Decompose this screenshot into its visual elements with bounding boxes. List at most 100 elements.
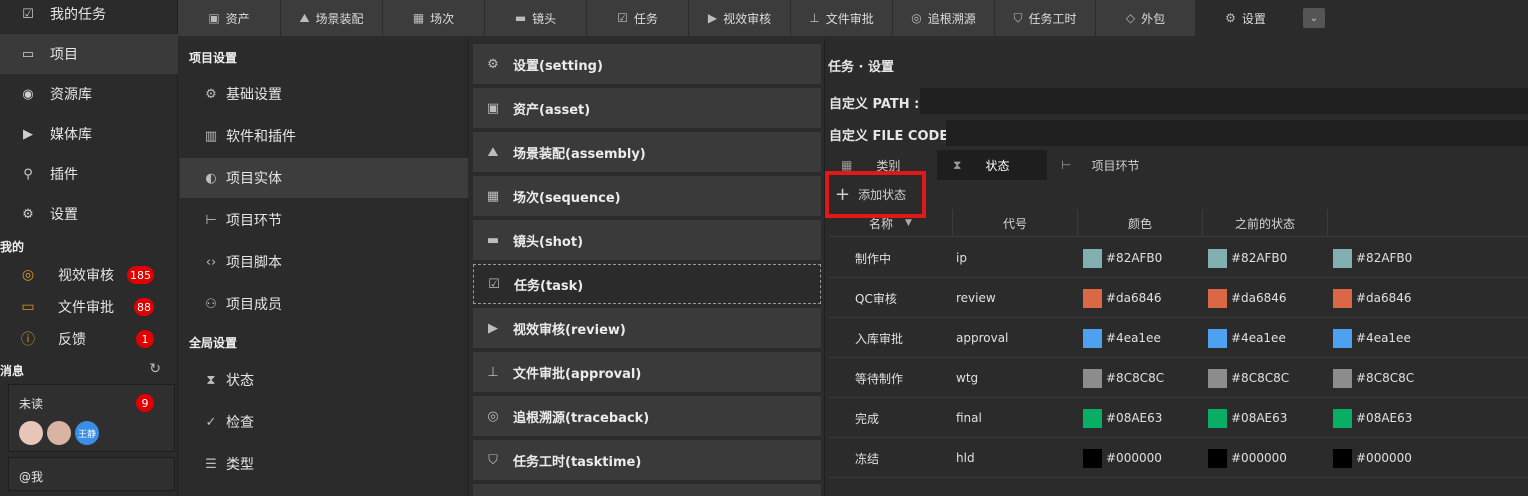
mine-file-approval[interactable]: ▭ 文件审批 88: [0, 291, 178, 323]
menu-label: 检查: [226, 415, 254, 431]
status-code: hld: [956, 438, 975, 478]
previous-status-color[interactable]: #da6846: [1333, 278, 1412, 318]
status-color[interactable]: #da6846: [1083, 278, 1162, 318]
subtab-status[interactable]: ⧗ 状态: [937, 150, 1047, 180]
color-swatch: [1208, 408, 1227, 428]
avatar[interactable]: 王静: [75, 421, 99, 445]
previous-status-color[interactable]: #4ea1ee: [1208, 318, 1286, 358]
menu-software-plugins[interactable]: ▥ 软件和插件: [180, 116, 468, 156]
hourglass-icon: ⧗: [953, 157, 962, 172]
previous-status-color[interactable]: #08AE63: [1333, 398, 1412, 438]
plug-icon: ⚲: [23, 166, 33, 182]
table-row[interactable]: 冻结 hld #000000 #000000 #000000: [829, 438, 1528, 478]
table-row[interactable]: 制作中 ip #82AFB0 #82AFB0 #82AFB0: [829, 238, 1528, 278]
entity-sequence[interactable]: ▦ 场次(sequence): [473, 176, 821, 216]
mine-vfx-review[interactable]: ◎ 视效审核 185: [0, 259, 178, 291]
previous-status-color[interactable]: #82AFB0: [1333, 238, 1412, 278]
avatar[interactable]: [19, 421, 43, 445]
refresh-icon[interactable]: ↻: [149, 361, 161, 377]
tab-traceback[interactable]: ◎ 追根溯源: [893, 0, 995, 36]
nav-settings[interactable]: ⚙ 设置: [0, 194, 178, 234]
tabs-dropdown-button[interactable]: ⌄: [1303, 8, 1325, 28]
tab-settings[interactable]: ⚙ 设置: [1196, 0, 1296, 36]
table-row[interactable]: 等待制作 wtg #8C8C8C #8C8C8C #8C8C8C: [829, 358, 1528, 398]
nav-label: 插件: [50, 167, 78, 183]
entity-asset[interactable]: ▣ 资产(asset): [473, 88, 821, 128]
menu-status[interactable]: ⧗ 状态: [180, 360, 468, 400]
menu-project-entity[interactable]: ◐ 项目实体: [180, 158, 468, 198]
color-hex: #08AE63: [1356, 411, 1413, 425]
nav-plugins[interactable]: ⚲ 插件: [0, 154, 178, 194]
status-color[interactable]: #4ea1ee: [1083, 318, 1161, 358]
tab-tasktime[interactable]: ⛉ 任务工时: [995, 0, 1096, 36]
shield-icon: ⛉: [488, 452, 498, 468]
status-color[interactable]: #8C8C8C: [1083, 358, 1164, 398]
entity-task[interactable]: ☑ 任务(task): [473, 264, 821, 304]
panel-title: 任务 · 设置: [828, 60, 894, 75]
menu-label: 基础设置: [226, 87, 282, 103]
table-row[interactable]: QC审核 review #da6846 #da6846 #da6846: [829, 278, 1528, 318]
subtab-project-steps[interactable]: ⊢ 项目环节: [1061, 150, 1171, 180]
tab-outsource[interactable]: ◇ 外包: [1096, 0, 1196, 36]
path-input[interactable]: [920, 88, 1528, 114]
handshake-icon: ◇: [1125, 11, 1136, 25]
menu-label: 项目实体: [226, 171, 282, 187]
previous-status-color[interactable]: #08AE63: [1208, 398, 1287, 438]
status-color[interactable]: #08AE63: [1083, 398, 1162, 438]
at-me-messages[interactable]: @我: [8, 457, 175, 491]
filecode-label: 自定义 FILE CODE:: [829, 129, 954, 144]
entity-assembly[interactable]: ⛰ 场景装配(assembly): [473, 132, 821, 172]
tab-label: 视效审核: [723, 11, 772, 26]
status-name-text: QC审核: [855, 291, 897, 306]
tab-review[interactable]: ▶ 视效审核: [689, 0, 791, 36]
status-color[interactable]: #82AFB0: [1083, 238, 1162, 278]
previous-status-color[interactable]: #000000: [1333, 438, 1412, 478]
asset-icon: ▣: [486, 100, 500, 116]
filecode-input[interactable]: [946, 120, 1528, 146]
folder-icon: ▭: [21, 299, 35, 315]
nav-project[interactable]: ▭ 项目: [0, 34, 178, 74]
mine-feedback[interactable]: ⓘ 反馈 1: [0, 323, 178, 355]
entity-setting[interactable]: ⚙ 设置(setting): [473, 44, 821, 84]
subtab-label: 状态: [985, 158, 1010, 173]
table-row[interactable]: 完成 final #08AE63 #08AE63 #08AE63: [829, 398, 1528, 438]
tab-assembly[interactable]: ⛰ 场景装配: [281, 0, 383, 36]
table-row[interactable]: 入库审批 approval #4ea1ee #4ea1ee #4ea1ee: [829, 318, 1528, 358]
nav-my-tasks[interactable]: ☑ 我的任务: [0, 0, 178, 34]
menu-basic-settings[interactable]: ⚙ 基础设置: [180, 74, 468, 114]
entity-shot[interactable]: ▬ 镜头(shot): [473, 220, 821, 260]
tab-task[interactable]: ☑ 任务: [587, 0, 689, 36]
entity-approval[interactable]: ⊥ 文件审批(approval): [473, 352, 821, 392]
previous-status-color[interactable]: #82AFB0: [1208, 238, 1287, 278]
clapper-icon: ▬: [486, 232, 500, 248]
previous-status-color[interactable]: #000000: [1208, 438, 1287, 478]
nav-media[interactable]: ▶ 媒体库: [0, 114, 178, 154]
unread-messages[interactable]: 未读 9 王静: [8, 384, 175, 452]
menu-project-scripts[interactable]: ‹› 项目脚本: [180, 242, 468, 282]
count-badge: 1: [136, 330, 154, 348]
caret-down-icon[interactable]: ▼: [905, 218, 912, 228]
chevron-down-icon: ⌄: [1309, 12, 1319, 24]
code-icon: ‹›: [205, 254, 217, 270]
entity-more[interactable]: [473, 484, 821, 496]
entity-review[interactable]: ▶ 视效审核(review): [473, 308, 821, 348]
menu-project-members[interactable]: ⚇ 项目成员: [180, 284, 468, 324]
tab-asset[interactable]: ▣ 资产: [178, 0, 281, 36]
entity-tasktime[interactable]: ⛉ 任务工时(tasktime): [473, 440, 821, 480]
tab-shot[interactable]: ▬ 镜头: [485, 0, 587, 36]
column-color: 颜色: [1078, 209, 1203, 237]
menu-type[interactable]: ☰ 类型: [180, 444, 468, 484]
previous-status-color[interactable]: #8C8C8C: [1208, 358, 1289, 398]
previous-status-color[interactable]: #4ea1ee: [1333, 318, 1411, 358]
menu-project-steps[interactable]: ⊢ 项目环节: [180, 200, 468, 240]
entity-traceback[interactable]: ◎ 追根溯源(traceback): [473, 396, 821, 436]
previous-status-color[interactable]: #8C8C8C: [1333, 358, 1414, 398]
tab-sequence[interactable]: ▦ 场次: [383, 0, 485, 36]
menu-check[interactable]: ✓ 检查: [180, 402, 468, 442]
nav-library[interactable]: ◉ 资源库: [0, 74, 178, 114]
previous-status-color[interactable]: #da6846: [1208, 278, 1287, 318]
avatar[interactable]: [47, 421, 71, 445]
tab-approval[interactable]: ⊥ 文件审批: [791, 0, 893, 36]
status-color[interactable]: #000000: [1083, 438, 1162, 478]
menu-label: 软件和插件: [226, 129, 296, 145]
